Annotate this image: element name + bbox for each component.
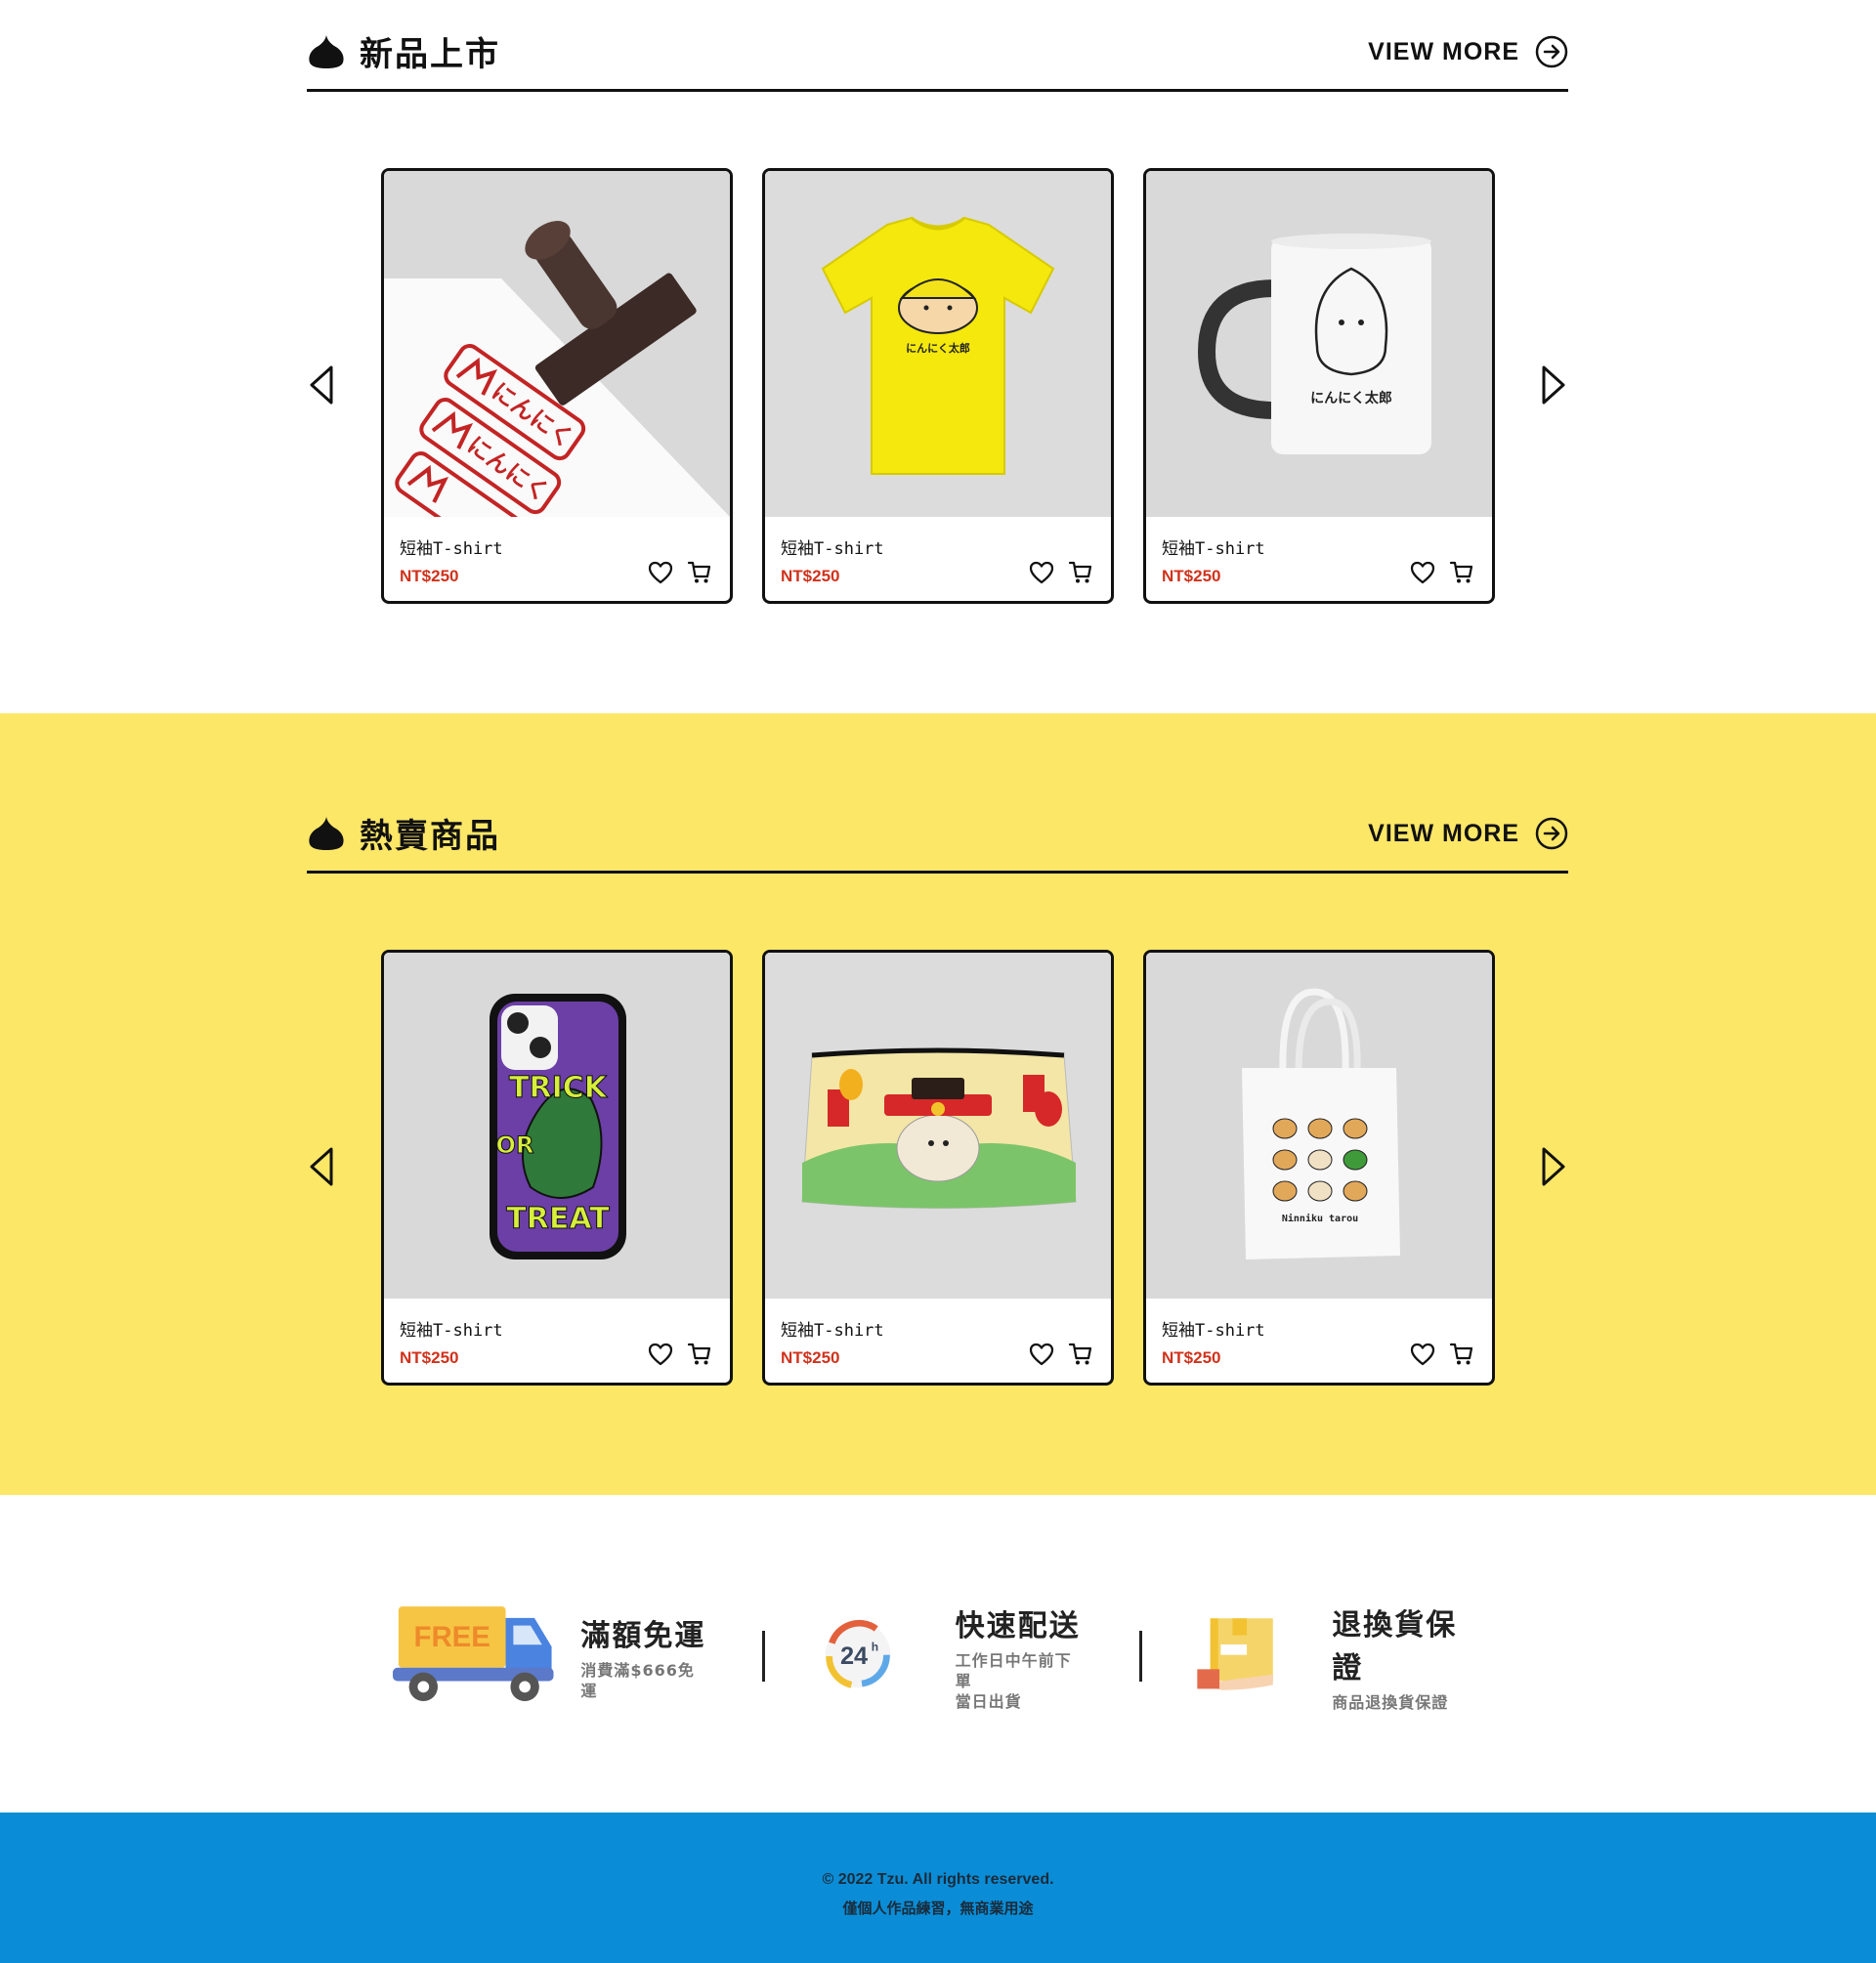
cart-icon[interactable] xyxy=(1449,1342,1474,1367)
phone-case-art-text: TRICK xyxy=(509,1071,609,1105)
service-text: 快速配送 工作日中午前下單 當日出貨 xyxy=(956,1601,1086,1712)
product-image-phone-case[interactable]: TRICK OR TREAT xyxy=(384,953,730,1299)
24h-badge-sup: h xyxy=(872,1641,878,1654)
garlic-icon xyxy=(309,816,344,850)
heart-icon[interactable] xyxy=(1029,560,1054,585)
best-sellers-header: 熱賣商品 VIEW MORE xyxy=(307,782,1568,874)
product-actions xyxy=(1029,1342,1093,1367)
product-info: 短袖T-shirt NT$250 xyxy=(400,534,714,593)
product-actions xyxy=(1410,1342,1474,1367)
view-more-link[interactable]: VIEW MORE xyxy=(1368,817,1568,850)
footer: © 2022 Tzu. All rights reserved. 僅個人作品練習… xyxy=(0,1813,1876,1963)
product-image-tote-bag[interactable]: Ninniku tarou xyxy=(1146,953,1492,1299)
garlic-icon xyxy=(309,34,344,68)
product-card[interactable]: にんにく太郎 短袖T-shirt NT$250 xyxy=(762,168,1114,604)
service-fast-delivery: 24 h 快速配送 工作日中午前下單 當日出貨 xyxy=(819,1598,1086,1715)
cart-icon[interactable] xyxy=(1449,560,1474,585)
product-info: 短袖T-shirt NT$250 xyxy=(1162,534,1476,593)
product-image-pouch[interactable] xyxy=(765,953,1111,1299)
product-card[interactable]: TRICK OR TREAT 短袖T-shirt NT$250 xyxy=(381,950,733,1386)
new-arrivals-header: 新品上市 VIEW MORE xyxy=(307,0,1568,92)
product-image-yellow-tshirt[interactable]: にんにく太郎 xyxy=(765,171,1111,517)
product-info: 短袖T-shirt NT$250 xyxy=(1162,1316,1476,1375)
service-desc: 商品退換貨保證 xyxy=(1332,1692,1449,1712)
carousel-prev-arrow-icon[interactable] xyxy=(307,1145,336,1188)
return-box-icon xyxy=(1197,1618,1273,1690)
product-info: 短袖T-shirt NT$250 xyxy=(781,534,1095,593)
service-text: 滿額免運 消費滿$666免運 xyxy=(580,1611,708,1701)
service-desc: 工作日中午前下單 xyxy=(955,1650,1072,1690)
product-actions xyxy=(648,1342,712,1367)
product-name[interactable]: 短袖T-shirt xyxy=(400,534,714,559)
footer-copyright: © 2022 Tzu. All rights reserved. xyxy=(822,1871,1054,1888)
arrow-right-circle-icon xyxy=(1535,35,1568,68)
product-name[interactable]: 短袖T-shirt xyxy=(781,1316,1095,1341)
heart-icon[interactable] xyxy=(648,560,673,585)
phone-case-art-text: OR xyxy=(496,1131,534,1159)
divider xyxy=(762,1631,766,1682)
service-desc: 當日出貨 xyxy=(955,1691,1022,1711)
product-list: にんにく にんにく 短袖T-shirt NT$250 にんにく太郎 短袖T-sh… xyxy=(381,168,1495,604)
product-image-mug[interactable]: にんにく太郎 xyxy=(1146,171,1492,517)
carousel-next-arrow-icon[interactable] xyxy=(1539,1145,1568,1188)
service-free-shipping: FREE 滿額免運 消費滿$666免運 xyxy=(391,1598,708,1715)
view-more-label: VIEW MORE xyxy=(1368,819,1519,847)
product-actions xyxy=(1410,560,1474,585)
services-section: FREE 滿額免運 消費滿$666免運 24 h 快速配送 工作日中午前下單 當… xyxy=(0,1495,1876,1813)
product-name[interactable]: 短袖T-shirt xyxy=(781,534,1095,559)
best-sellers-carousel: TRICK OR TREAT 短袖T-shirt NT$250 短袖T-shir… xyxy=(307,950,1568,1389)
heart-icon[interactable] xyxy=(1410,560,1435,585)
footer-note: 僅個人作品練習，無商業用途 xyxy=(842,1899,1034,1917)
service-title: 退換貨保證 xyxy=(1332,1607,1458,1686)
services-bar: FREE 滿額免運 消費滿$666免運 24 h 快速配送 工作日中午前下單 當… xyxy=(391,1598,1485,1715)
product-name[interactable]: 短袖T-shirt xyxy=(400,1316,714,1341)
section-title: 新品上市 xyxy=(307,27,500,75)
cart-icon[interactable] xyxy=(687,560,712,585)
product-actions xyxy=(648,560,712,585)
carousel-prev-arrow-icon[interactable] xyxy=(307,363,336,406)
24h-badge-text: 24 xyxy=(840,1643,868,1670)
section-title: 熱賣商品 xyxy=(307,809,500,857)
section-title-text: 熱賣商品 xyxy=(360,817,500,856)
tshirt-art-text: にんにく太郎 xyxy=(906,341,970,355)
free-shipping-truck-icon: FREE xyxy=(392,1606,554,1702)
view-more-label: VIEW MORE xyxy=(1368,37,1519,65)
free-badge-text: FREE xyxy=(414,1621,490,1653)
product-actions xyxy=(1029,560,1093,585)
service-title: 快速配送 xyxy=(955,1608,1081,1643)
product-card[interactable]: にんにく太郎 短袖T-shirt NT$250 xyxy=(1143,168,1495,604)
product-card[interactable]: 短袖T-shirt NT$250 xyxy=(762,950,1114,1386)
product-name[interactable]: 短袖T-shirt xyxy=(1162,534,1476,559)
service-text: 退換貨保證 商品退換貨保證 xyxy=(1332,1600,1485,1713)
carousel-next-arrow-icon[interactable] xyxy=(1539,363,1568,406)
cart-icon[interactable] xyxy=(1068,560,1093,585)
product-info: 短袖T-shirt NT$250 xyxy=(781,1316,1095,1375)
best-sellers-section: 熱賣商品 VIEW MORE TRICK OR TREAT 短袖T-shirt … xyxy=(0,713,1876,1495)
new-arrivals-section: 新品上市 VIEW MORE にんにく にんにく 短袖T-shirt NT$25… xyxy=(0,0,1876,713)
product-name[interactable]: 短袖T-shirt xyxy=(1162,1316,1476,1341)
divider xyxy=(1138,1631,1142,1682)
service-title: 滿額免運 xyxy=(580,1619,706,1653)
product-info: 短袖T-shirt NT$250 xyxy=(400,1316,714,1375)
view-more-link[interactable]: VIEW MORE xyxy=(1368,35,1568,68)
heart-icon[interactable] xyxy=(1410,1342,1435,1367)
tote-art-text: Ninniku tarou xyxy=(1282,1213,1358,1224)
cart-icon[interactable] xyxy=(1068,1342,1093,1367)
heart-icon[interactable] xyxy=(1029,1342,1054,1367)
product-list: TRICK OR TREAT 短袖T-shirt NT$250 短袖T-shir… xyxy=(381,950,1495,1386)
24h-delivery-icon: 24 h xyxy=(825,1619,891,1688)
section-title-text: 新品上市 xyxy=(360,35,500,74)
arrow-right-circle-icon xyxy=(1535,817,1568,850)
phone-case-art-text: TREAT xyxy=(506,1202,610,1236)
service-return-guarantee: 退換貨保證 商品退換貨保證 xyxy=(1196,1598,1485,1715)
product-card[interactable]: Ninniku tarou 短袖T-shirt NT$250 xyxy=(1143,950,1495,1386)
heart-icon[interactable] xyxy=(648,1342,673,1367)
product-image-stamp[interactable]: にんにく にんにく xyxy=(384,171,730,517)
cart-icon[interactable] xyxy=(687,1342,712,1367)
service-desc: 消費滿$666免運 xyxy=(580,1661,695,1700)
product-card[interactable]: にんにく にんにく 短袖T-shirt NT$250 xyxy=(381,168,733,604)
mug-art-text: にんにく太郎 xyxy=(1310,390,1392,406)
new-arrivals-carousel: にんにく にんにく 短袖T-shirt NT$250 にんにく太郎 短袖T-sh… xyxy=(307,168,1568,608)
